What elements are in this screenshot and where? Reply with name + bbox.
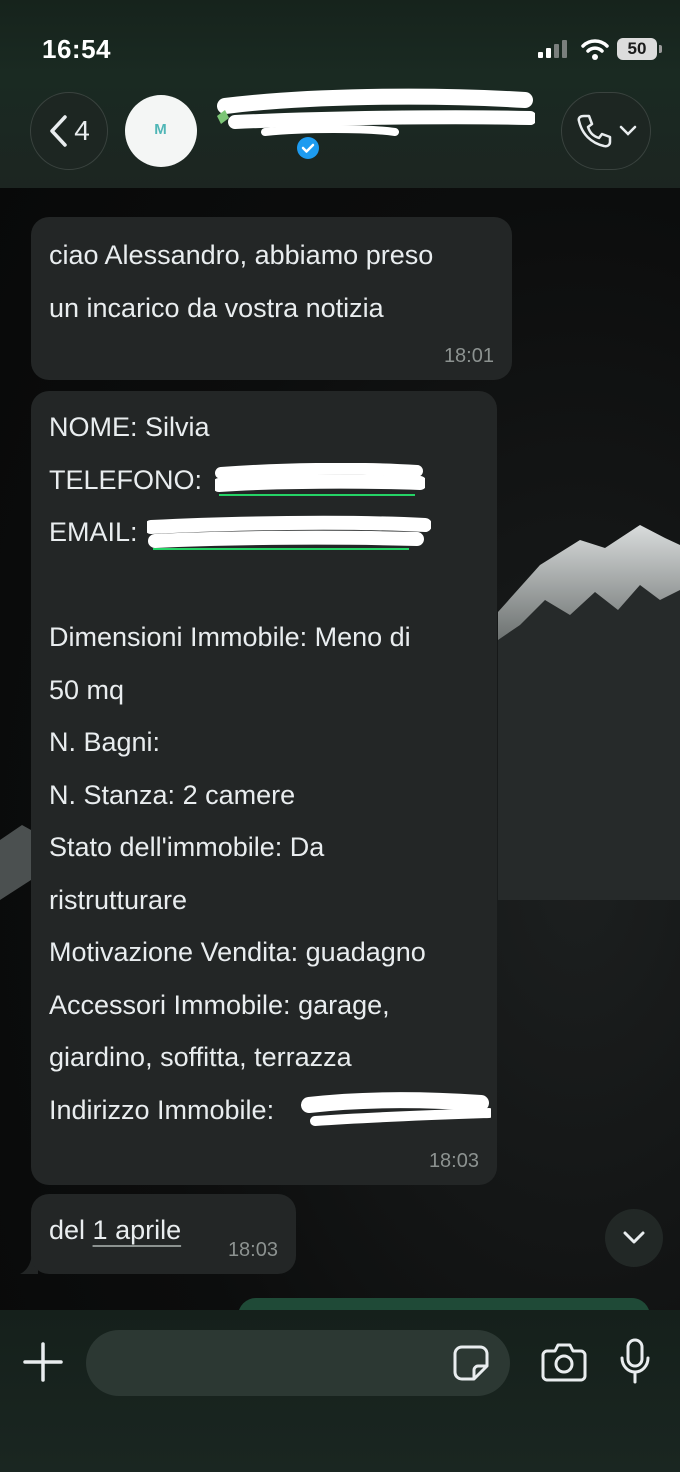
message-text-line: Dimensioni Immobile: Meno di [49, 622, 411, 652]
back-chevron-icon [50, 115, 67, 147]
message-bubble-incoming[interactable]: del 1 aprile 18:03 [31, 1194, 296, 1274]
call-button[interactable] [561, 92, 651, 170]
message-bubble-incoming[interactable]: NOME: Silvia TELEFONO: EMAIL: Dimensioni… [31, 391, 497, 1185]
date-link[interactable]: 1 aprile [93, 1215, 182, 1245]
message-text-line: NOME: Silvia [49, 412, 210, 442]
message-text-line: N. Stanza: 2 camere [49, 779, 296, 810]
redacted-email-link[interactable] [147, 515, 431, 555]
microphone-icon[interactable] [619, 1338, 651, 1384]
status-time: 16:54 [42, 34, 111, 64]
battery-tip [659, 45, 662, 53]
message-timestamp: 18:03 [428, 1150, 479, 1172]
message-timestamp: 18:01 [443, 345, 494, 367]
message-text-line: ciao Alessandro, abbiamo preso [49, 240, 434, 270]
message-text-line: N. Bagni: [49, 727, 161, 757]
scroll-to-bottom-button[interactable] [605, 1209, 663, 1267]
message-text-line: un incarico da vostra notizia [49, 292, 384, 323]
redacted-address [301, 1092, 491, 1126]
message-bubble-incoming[interactable]: ciao Alessandro, abbiamo preso un incari… [31, 217, 512, 380]
message-text-line: giardino, soffitta, terrazza [49, 1042, 352, 1072]
signal-icon [538, 40, 567, 58]
chevron-down-icon [623, 1231, 645, 1244]
battery-icon: 50 [617, 38, 657, 60]
chevron-down-icon [619, 125, 637, 136]
camera-icon[interactable] [541, 1342, 587, 1382]
message-text-line: 50 mq [49, 674, 125, 705]
wifi-icon [581, 39, 609, 60]
redacted-phone-link[interactable] [215, 463, 425, 499]
message-text: del [49, 1215, 93, 1245]
contact-name-redacted[interactable] [205, 88, 535, 158]
back-button[interactable]: 4 [30, 92, 108, 170]
chat-screen: 16:54 50 4 M ciao Alessandro, abbiamo pr… [0, 0, 680, 1472]
message-text-line: Stato dell'immobile: Da [49, 832, 325, 862]
contact-avatar[interactable]: M [125, 95, 197, 167]
plus-icon[interactable] [22, 1340, 64, 1384]
verified-badge-icon [297, 137, 319, 159]
avatar-logo-text: M [154, 121, 168, 138]
sticker-icon[interactable] [452, 1344, 490, 1382]
message-input[interactable] [86, 1330, 510, 1396]
phone-icon [577, 114, 612, 148]
message-text-line: ristrutturare [49, 884, 188, 915]
message-text-line: Motivazione Vendita: guadagno [49, 937, 426, 967]
message-timestamp: 18:03 [227, 1239, 278, 1261]
message-text-line: Accessori Immobile: garage, [49, 989, 390, 1020]
unread-count: 4 [74, 115, 90, 146]
